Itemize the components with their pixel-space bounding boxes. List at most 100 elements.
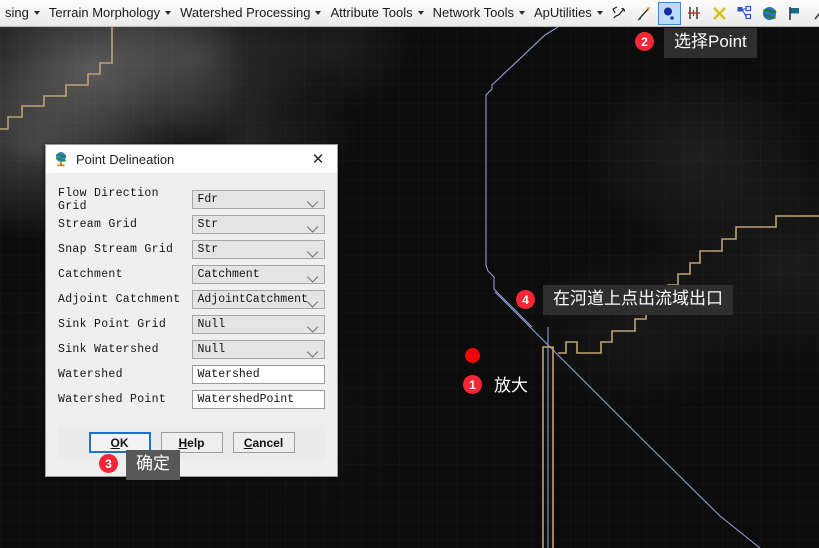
field-row-stream-grid: Stream Grid Str: [58, 212, 325, 237]
chevron-down-icon: [306, 320, 319, 333]
delete-x-icon[interactable]: [708, 2, 731, 25]
value-snap-stream-grid: Str: [197, 243, 219, 256]
label-flow-direction-grid: Flow Direction Grid: [58, 186, 159, 213]
field-row-catchment: Catchment Catchment: [58, 262, 325, 287]
label-snap-stream-grid: Snap Stream Grid: [58, 243, 174, 256]
menu-aputilities[interactable]: ApUtilities: [529, 0, 607, 26]
value-watershed: Watershed: [197, 368, 260, 381]
menu-terrain-morphology-label: Terrain Morphology: [48, 5, 161, 20]
field-row-watershed-point: Watershed Point WatershedPoint: [58, 387, 325, 412]
chevron-down-icon: [306, 245, 319, 258]
menu-watershed-processing-label: Watershed Processing: [180, 5, 311, 20]
field-row-sink-watershed: Sink Watershed Null: [58, 337, 325, 362]
menu-attribute-tools-label: Attribute Tools: [330, 5, 413, 20]
label-catchment: Catchment: [58, 268, 123, 281]
menu-watershed-processing[interactable]: Watershed Processing: [175, 0, 325, 26]
watershed-boundary-line: [485, 27, 559, 328]
value-catchment: Catchment: [197, 268, 260, 281]
value-watershed-point: WatershedPoint: [197, 393, 295, 406]
menu-terrain-morphology[interactable]: Terrain Morphology: [44, 0, 175, 26]
chevron-down-icon: [596, 11, 603, 15]
chevron-down-icon: [417, 11, 424, 15]
combo-stream-grid[interactable]: Str: [192, 215, 325, 234]
annotation-select-point: 选择Point: [664, 28, 757, 58]
globe-icon[interactable]: [758, 2, 781, 25]
field-row-snap-stream-grid: Snap Stream Grid Str: [58, 237, 325, 262]
field-row-adjoint-catchment: Adjoint Catchment AdjointCatchment: [58, 287, 325, 312]
field-row-watershed: Watershed Watershed: [58, 362, 325, 387]
combo-snap-stream-grid[interactable]: Str: [192, 240, 325, 259]
network-tree-icon[interactable]: [733, 2, 756, 25]
annotation-badge-1: 1: [463, 375, 482, 394]
value-adjoint-catchment: AdjointCatchment: [197, 293, 308, 306]
annotation-badge-2: 2: [635, 32, 654, 51]
annotation-zoom-in: 放大: [494, 376, 528, 395]
menu-network-tools[interactable]: Network Tools: [428, 0, 529, 26]
menu-aputilities-label: ApUtilities: [534, 5, 592, 20]
flow-path-tracing-glyph: [612, 5, 625, 18]
chevron-down-icon: [306, 345, 319, 358]
label-watershed-point: Watershed Point: [58, 393, 167, 406]
ok-button-label: OK: [110, 435, 129, 450]
flow-path-tracing-icon[interactable]: [608, 2, 631, 25]
dialog-titlebar[interactable]: Point Delineation ✕: [46, 145, 337, 173]
combo-catchment[interactable]: Catchment: [192, 265, 325, 284]
label-adjoint-catchment: Adjoint Catchment: [58, 293, 181, 306]
chevron-down-icon: [165, 11, 172, 15]
label-sink-watershed: Sink Watershed: [58, 343, 159, 356]
close-icon[interactable]: ✕: [303, 145, 333, 173]
snap-point-icon[interactable]: [683, 2, 706, 25]
flag-icon[interactable]: [783, 2, 806, 25]
dialog-body: Flow Direction Grid Fdr Stream Grid Str …: [46, 173, 337, 476]
chevron-down-icon: [519, 11, 525, 15]
value-sink-point-grid: Null: [197, 318, 226, 331]
label-watershed: Watershed: [58, 368, 123, 381]
dialog-title: Point Delineation: [76, 151, 175, 167]
slash-glyph: [814, 12, 819, 20]
annotation-badge-3: 3: [99, 454, 118, 473]
point-delineation-glyph: [663, 7, 674, 20]
point-delineation-icon[interactable]: [657, 1, 681, 25]
chevron-down-icon: [33, 11, 40, 15]
pencil-edit-icon[interactable]: [633, 2, 656, 25]
field-row-sink-point-grid: Sink Point Grid Null: [58, 312, 325, 337]
chevron-down-icon: [306, 295, 319, 308]
annotation-badge-4: 4: [516, 290, 535, 309]
help-button-label: Help: [178, 435, 205, 450]
x-glyph: [712, 6, 726, 20]
network-tree-glyph: [737, 5, 751, 19]
menu-attribute-tools[interactable]: Attribute Tools: [325, 0, 427, 26]
arcgis-application-window: sing Terrain Morphology Watershed Proces…: [0, 0, 819, 548]
combo-sink-watershed[interactable]: Null: [192, 340, 325, 359]
annotation-click-outlet: 在河道上点出流域出口: [543, 285, 733, 315]
arc-hydro-toolbar: sing Terrain Morphology Watershed Proces…: [0, 0, 819, 27]
globe-icon: [55, 152, 67, 167]
combo-sink-point-grid[interactable]: Null: [192, 315, 325, 334]
chevron-down-icon: [306, 270, 319, 283]
value-stream-grid: Str: [197, 218, 219, 231]
globe-glyph: [762, 6, 777, 20]
cancel-button-label: Cancel: [243, 435, 284, 450]
chevron-down-icon: [315, 11, 322, 15]
cancel-button[interactable]: Cancel: [232, 432, 295, 453]
chevron-down-icon: [306, 220, 319, 233]
combo-adjoint-catchment[interactable]: AdjointCatchment: [192, 290, 325, 309]
input-watershed[interactable]: Watershed: [192, 365, 325, 384]
chevron-down-icon: [306, 195, 319, 208]
point-delineation-dialog: Point Delineation ✕ Flow Direction Grid …: [45, 144, 338, 477]
value-flow-direction-grid: Fdr: [197, 193, 219, 206]
outlet-point-marker[interactable]: [465, 348, 480, 363]
menu-preprocessing-label: sing: [5, 5, 29, 20]
label-stream-grid: Stream Grid: [58, 218, 138, 231]
slash-line-icon[interactable]: [808, 2, 819, 25]
combo-flow-direction-grid[interactable]: Fdr: [192, 190, 325, 209]
label-sink-point-grid: Sink Point Grid: [58, 318, 167, 331]
menu-network-tools-label: Network Tools: [432, 5, 514, 20]
flag-glyph: [789, 6, 799, 20]
menu-preprocessing[interactable]: sing: [0, 0, 44, 26]
input-watershed-point[interactable]: WatershedPoint: [192, 390, 325, 409]
pencil-glyph: [637, 6, 650, 21]
snap-point-glyph: [687, 6, 700, 19]
dialog-button-bar: OK Help Cancel: [58, 426, 325, 460]
stream-line-northwest: [0, 27, 113, 130]
